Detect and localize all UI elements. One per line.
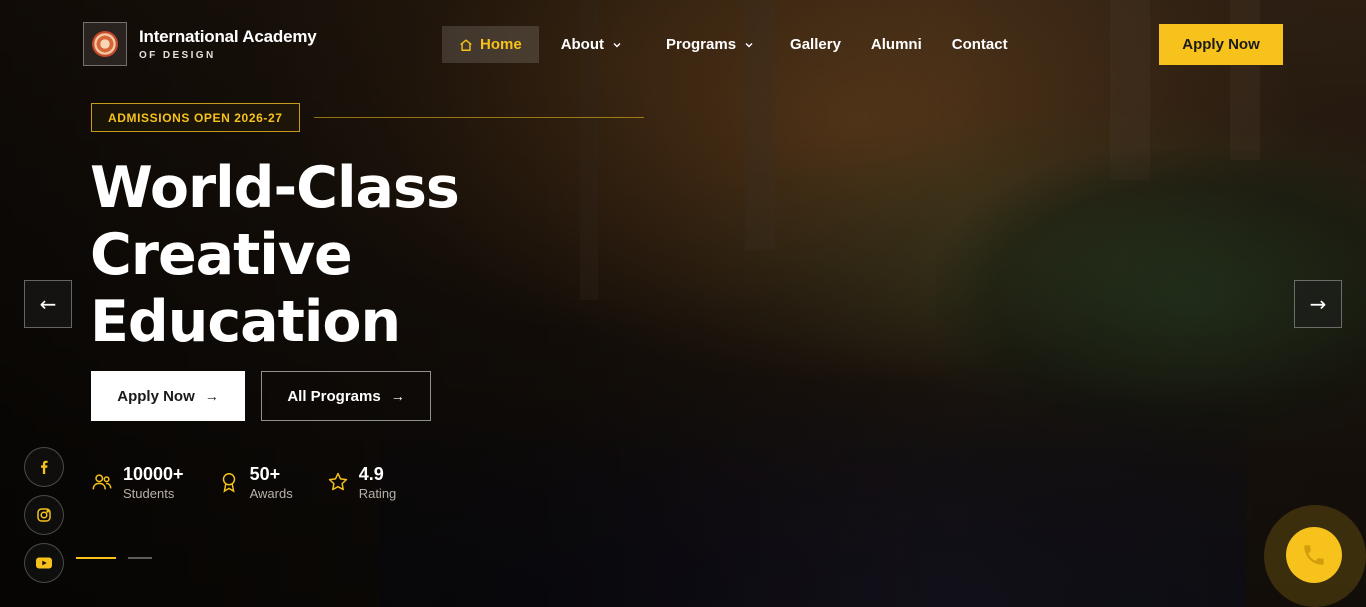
facebook-link[interactable] [24, 447, 64, 487]
nav-label-gallery: Gallery [790, 36, 841, 53]
nav-label-programs: Programs [666, 36, 737, 53]
stat-awards-label: Awards [249, 486, 293, 501]
arrow-right-icon: → [390, 388, 405, 404]
chevron-down-icon [745, 42, 753, 47]
carousel-prev-button[interactable]: ← [24, 280, 72, 328]
academy-seal-icon [83, 22, 127, 66]
nav-label-about: About [560, 36, 605, 53]
headline-line-1: World-Class [90, 155, 460, 221]
hero-cta-row: Apply Now → All Programs → [91, 371, 431, 421]
badge-divider [313, 117, 644, 118]
apply-now-label: Apply Now [117, 387, 195, 405]
brand-subtitle: OF DESIGN [139, 50, 216, 61]
carousel-indicators [76, 557, 164, 559]
users-icon [92, 474, 112, 490]
headline-line-3: Education [90, 289, 401, 355]
chevron-down-icon [613, 42, 621, 47]
instagram-icon [37, 508, 51, 522]
stat-rating-value: 4.9 [358, 464, 384, 484]
headline-line-2: Creative [90, 222, 353, 288]
apply-now-button[interactable]: Apply Now → [91, 371, 245, 421]
youtube-icon [36, 557, 52, 569]
admissions-badge: ADMISSIONS OPEN 2026-27 [91, 103, 300, 132]
stat-rating: 4.9 Rating [327, 463, 397, 501]
stat-awards: 50+ Awards [218, 463, 293, 501]
stat-rating-label: Rating [358, 486, 397, 501]
star-icon [328, 472, 347, 491]
arrow-right-icon: → [204, 388, 219, 404]
youtube-link[interactable] [24, 543, 64, 583]
stat-students: 10000+ Students [91, 463, 184, 501]
phone-icon [1304, 545, 1324, 565]
facebook-icon [41, 460, 48, 474]
nav-item-contact[interactable]: Contact [935, 26, 1025, 63]
main-nav: Home About Programs Gallery Alumni Conta… [442, 26, 1025, 63]
hero-headline: World-Class Creative Education [90, 155, 610, 356]
carousel-dot-2[interactable] [128, 557, 152, 559]
nav-label-home: Home [480, 36, 522, 53]
all-programs-button[interactable]: All Programs → [261, 371, 431, 421]
carousel-next-button[interactable]: → [1294, 280, 1342, 328]
arrow-left-icon: ← [39, 292, 57, 316]
stat-students-label: Students [123, 486, 175, 501]
admissions-badge-row: ADMISSIONS OPEN 2026-27 [91, 103, 644, 132]
nav-item-alumni[interactable]: Alumni [854, 26, 939, 63]
call-button[interactable] [1286, 527, 1342, 583]
award-icon [222, 473, 235, 493]
nav-item-programs[interactable]: Programs [649, 26, 771, 63]
all-programs-label: All Programs [287, 387, 381, 405]
nav-label-alumni: Alumni [870, 36, 922, 53]
home-icon [460, 38, 472, 51]
nav-item-about[interactable]: About [544, 26, 639, 63]
brand[interactable]: International Academy OF DESIGN [83, 22, 317, 66]
stat-awards-value: 50+ [249, 464, 281, 484]
stat-students-value: 10000+ [123, 464, 184, 484]
nav-item-gallery[interactable]: Gallery [773, 26, 858, 63]
instagram-link[interactable] [24, 495, 64, 535]
arrow-right-icon: → [1309, 292, 1327, 316]
carousel-dot-1[interactable] [76, 557, 116, 559]
nav-label-contact: Contact [951, 36, 1008, 53]
apply-now-header-button[interactable]: Apply Now [1159, 24, 1283, 65]
nav-item-home[interactable]: Home [442, 26, 539, 63]
hero-stats: 10000+ Students 50+ Awards 4.9 Rating [91, 463, 430, 501]
brand-name: International Academy [139, 27, 317, 46]
